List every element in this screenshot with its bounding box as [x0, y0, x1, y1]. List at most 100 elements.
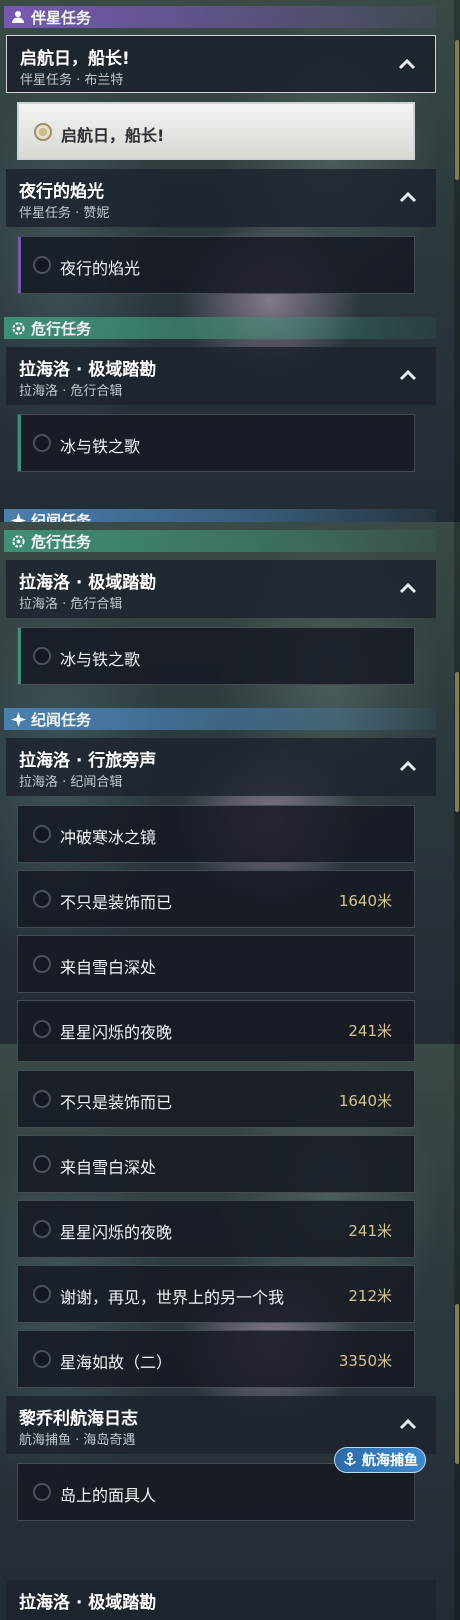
category-companion: 伴星任务 [4, 6, 436, 28]
task-title: 来自雪白深处 [60, 958, 157, 977]
group-title: 黎乔利航海日志 [19, 1409, 138, 1429]
quest-group-lahailuo-danger[interactable]: 拉海洛 · 极域踏勘 拉海洛 · 危行合辑 [6, 347, 436, 405]
task-distance: 241米 [348, 1222, 392, 1240]
chevron-up-icon[interactable] [397, 55, 417, 75]
group-subtitle: 拉海洛 · 危行合辑 [19, 597, 123, 612]
quest-panel-3: 不只是装饰而已 1640米 来自雪白深处 星星闪烁的夜晚 241米 谢谢，再见，… [0, 1044, 460, 1620]
anchor-icon [344, 1452, 356, 1466]
task-xingxing-partial[interactable]: 星星闪烁的夜晚 241米 [17, 1000, 415, 1044]
quest-panel-1: 伴星任务 启航日，船长! 伴星任务 · 布兰特 启航日，船长! 夜行的焰光 伴星… [0, 0, 460, 522]
task-xinghai[interactable]: 星海如故（二） 3350米 [17, 1330, 415, 1388]
task-bingyutie[interactable]: 冰与铁之歌 [17, 414, 415, 472]
task-status-icon [33, 1350, 51, 1368]
task-chongpo-partial[interactable] [17, 1044, 415, 1062]
sparkle-icon [10, 512, 26, 522]
scrollbar-thumb[interactable] [455, 1304, 459, 1464]
task-title: 不只是装饰而已 [60, 893, 173, 912]
group-subtitle: 拉海洛 · 纪闻合辑 [19, 775, 123, 790]
task-title: 星星闪烁的夜晚 [60, 1223, 173, 1242]
task-bingyutie[interactable]: 冰与铁之歌 [17, 627, 415, 685]
scrollbar-thumb[interactable] [455, 672, 459, 812]
task-xingxing[interactable]: 星星闪烁的夜晚 241米 [17, 1200, 415, 1258]
task-xiexie[interactable]: 谢谢，再见，世界上的另一个我 212米 [17, 1265, 415, 1323]
chevron-up-icon[interactable] [398, 188, 418, 208]
task-status-icon [33, 1155, 51, 1173]
task-status-icon [33, 256, 51, 274]
chevron-up-icon[interactable] [398, 579, 418, 599]
task-status-icon [33, 890, 51, 908]
task-status-icon [33, 1020, 51, 1038]
task-title: 谢谢，再见，世界上的另一个我 [60, 1288, 285, 1307]
badge-label: 航海捕鱼 [362, 1453, 418, 1469]
scrollbar[interactable] [454, 0, 460, 522]
task-distance: 1640米 [338, 892, 392, 910]
task-distance: 241米 [348, 1022, 392, 1040]
task-buzhishi[interactable]: 不只是装饰而已 1640米 [17, 870, 415, 928]
task-title: 冰与铁之歌 [60, 650, 141, 669]
task-laizi[interactable]: 来自雪白深处 [17, 935, 415, 993]
task-title: 不只是装饰而已 [60, 1093, 173, 1112]
task-accent-bar [18, 628, 21, 684]
task-title: 星星闪烁的夜晚 [60, 1023, 173, 1042]
task-status-icon [33, 825, 51, 843]
group-title: 拉海洛 · 极域踏勘 [19, 573, 157, 593]
quest-group-liqiaoli[interactable]: 黎乔利航海日志 航海捕鱼 · 海岛奇遇 [6, 1396, 436, 1454]
task-title: 启航日，船长! [61, 126, 165, 145]
task-status-icon [33, 1090, 51, 1108]
category-label: 伴星任务 [31, 8, 92, 27]
quest-group-lahailuo-partial[interactable]: 拉海洛 · 极域踏勘 [6, 1580, 436, 1620]
task-distance: 1640米 [338, 1092, 392, 1110]
task-title: 冲破寒冰之镜 [60, 828, 157, 847]
task-qihang[interactable]: 启航日，船长! [17, 102, 415, 160]
task-status-icon [33, 1483, 51, 1501]
quest-group-qihang[interactable]: 启航日，船长! 伴星任务 · 布兰特 [6, 35, 436, 93]
group-subtitle: 航海捕鱼 · 海岛奇遇 [19, 1433, 136, 1448]
category-label: 危行任务 [31, 319, 92, 338]
task-laizi[interactable]: 来自雪白深处 [17, 1135, 415, 1193]
category-danger: 危行任务 [4, 317, 436, 339]
category-label: 危行任务 [31, 532, 92, 551]
group-title: 夜行的焰光 [19, 182, 104, 202]
chevron-up-icon[interactable] [398, 757, 418, 777]
task-title: 夜行的焰光 [60, 259, 141, 278]
task-status-icon [33, 1220, 51, 1238]
task-title: 岛上的面具人 [60, 1486, 157, 1505]
task-title: 冰与铁之歌 [60, 437, 141, 456]
task-title: 来自雪白深处 [60, 1158, 157, 1177]
sparkle-icon [10, 711, 26, 727]
category-label: 纪闻任务 [31, 511, 92, 523]
task-buzhishi[interactable]: 不只是装饰而已 1640米 [17, 1070, 415, 1128]
category-story: 纪闻任务 [4, 708, 436, 730]
task-chongpo[interactable]: 冲破寒冰之镜 [17, 805, 415, 863]
scrollbar[interactable] [454, 1044, 460, 1620]
gear-icon [10, 320, 26, 336]
quest-panel-2: 危行任务 拉海洛 · 极域踏勘 拉海洛 · 危行合辑 冰与铁之歌 纪闻任务 拉海… [0, 522, 460, 1044]
task-title: 星海如故（二） [60, 1353, 173, 1372]
task-status-icon [33, 647, 51, 665]
task-status-icon [33, 1285, 51, 1303]
group-title: 拉海洛 · 行旅旁声 [19, 751, 157, 771]
fishing-badge: 航海捕鱼 [334, 1447, 426, 1473]
group-title: 拉海洛 · 极域踏勘 [19, 1593, 157, 1613]
chevron-up-icon[interactable] [398, 1415, 418, 1435]
chevron-up-icon[interactable] [398, 366, 418, 386]
group-title: 拉海洛 · 极域踏勘 [19, 360, 157, 380]
person-icon [10, 9, 26, 25]
quest-group-yexing[interactable]: 夜行的焰光 伴星任务 · 赞妮 [6, 169, 436, 227]
task-yexing[interactable]: 夜行的焰光 [17, 236, 415, 294]
group-subtitle: 伴星任务 · 布兰特 [20, 73, 124, 88]
scrollbar-thumb[interactable] [455, 40, 459, 180]
task-distance: 212米 [348, 1287, 392, 1305]
group-subtitle: 伴星任务 · 赞妮 [19, 206, 110, 221]
task-accent-bar [18, 415, 21, 471]
quest-group-lahailuo-story[interactable]: 拉海洛 · 行旅旁声 拉海洛 · 纪闻合辑 [6, 738, 436, 796]
task-status-icon [33, 955, 51, 973]
task-status-icon [33, 434, 51, 452]
task-distance: 3350米 [338, 1352, 392, 1370]
task-status-icon [34, 123, 52, 141]
scrollbar[interactable] [454, 522, 460, 1044]
gear-icon [10, 533, 26, 549]
category-danger: 危行任务 [4, 530, 436, 552]
group-title: 启航日，船长! [20, 49, 130, 69]
quest-group-lahailuo-danger[interactable]: 拉海洛 · 极域踏勘 拉海洛 · 危行合辑 [6, 560, 436, 618]
